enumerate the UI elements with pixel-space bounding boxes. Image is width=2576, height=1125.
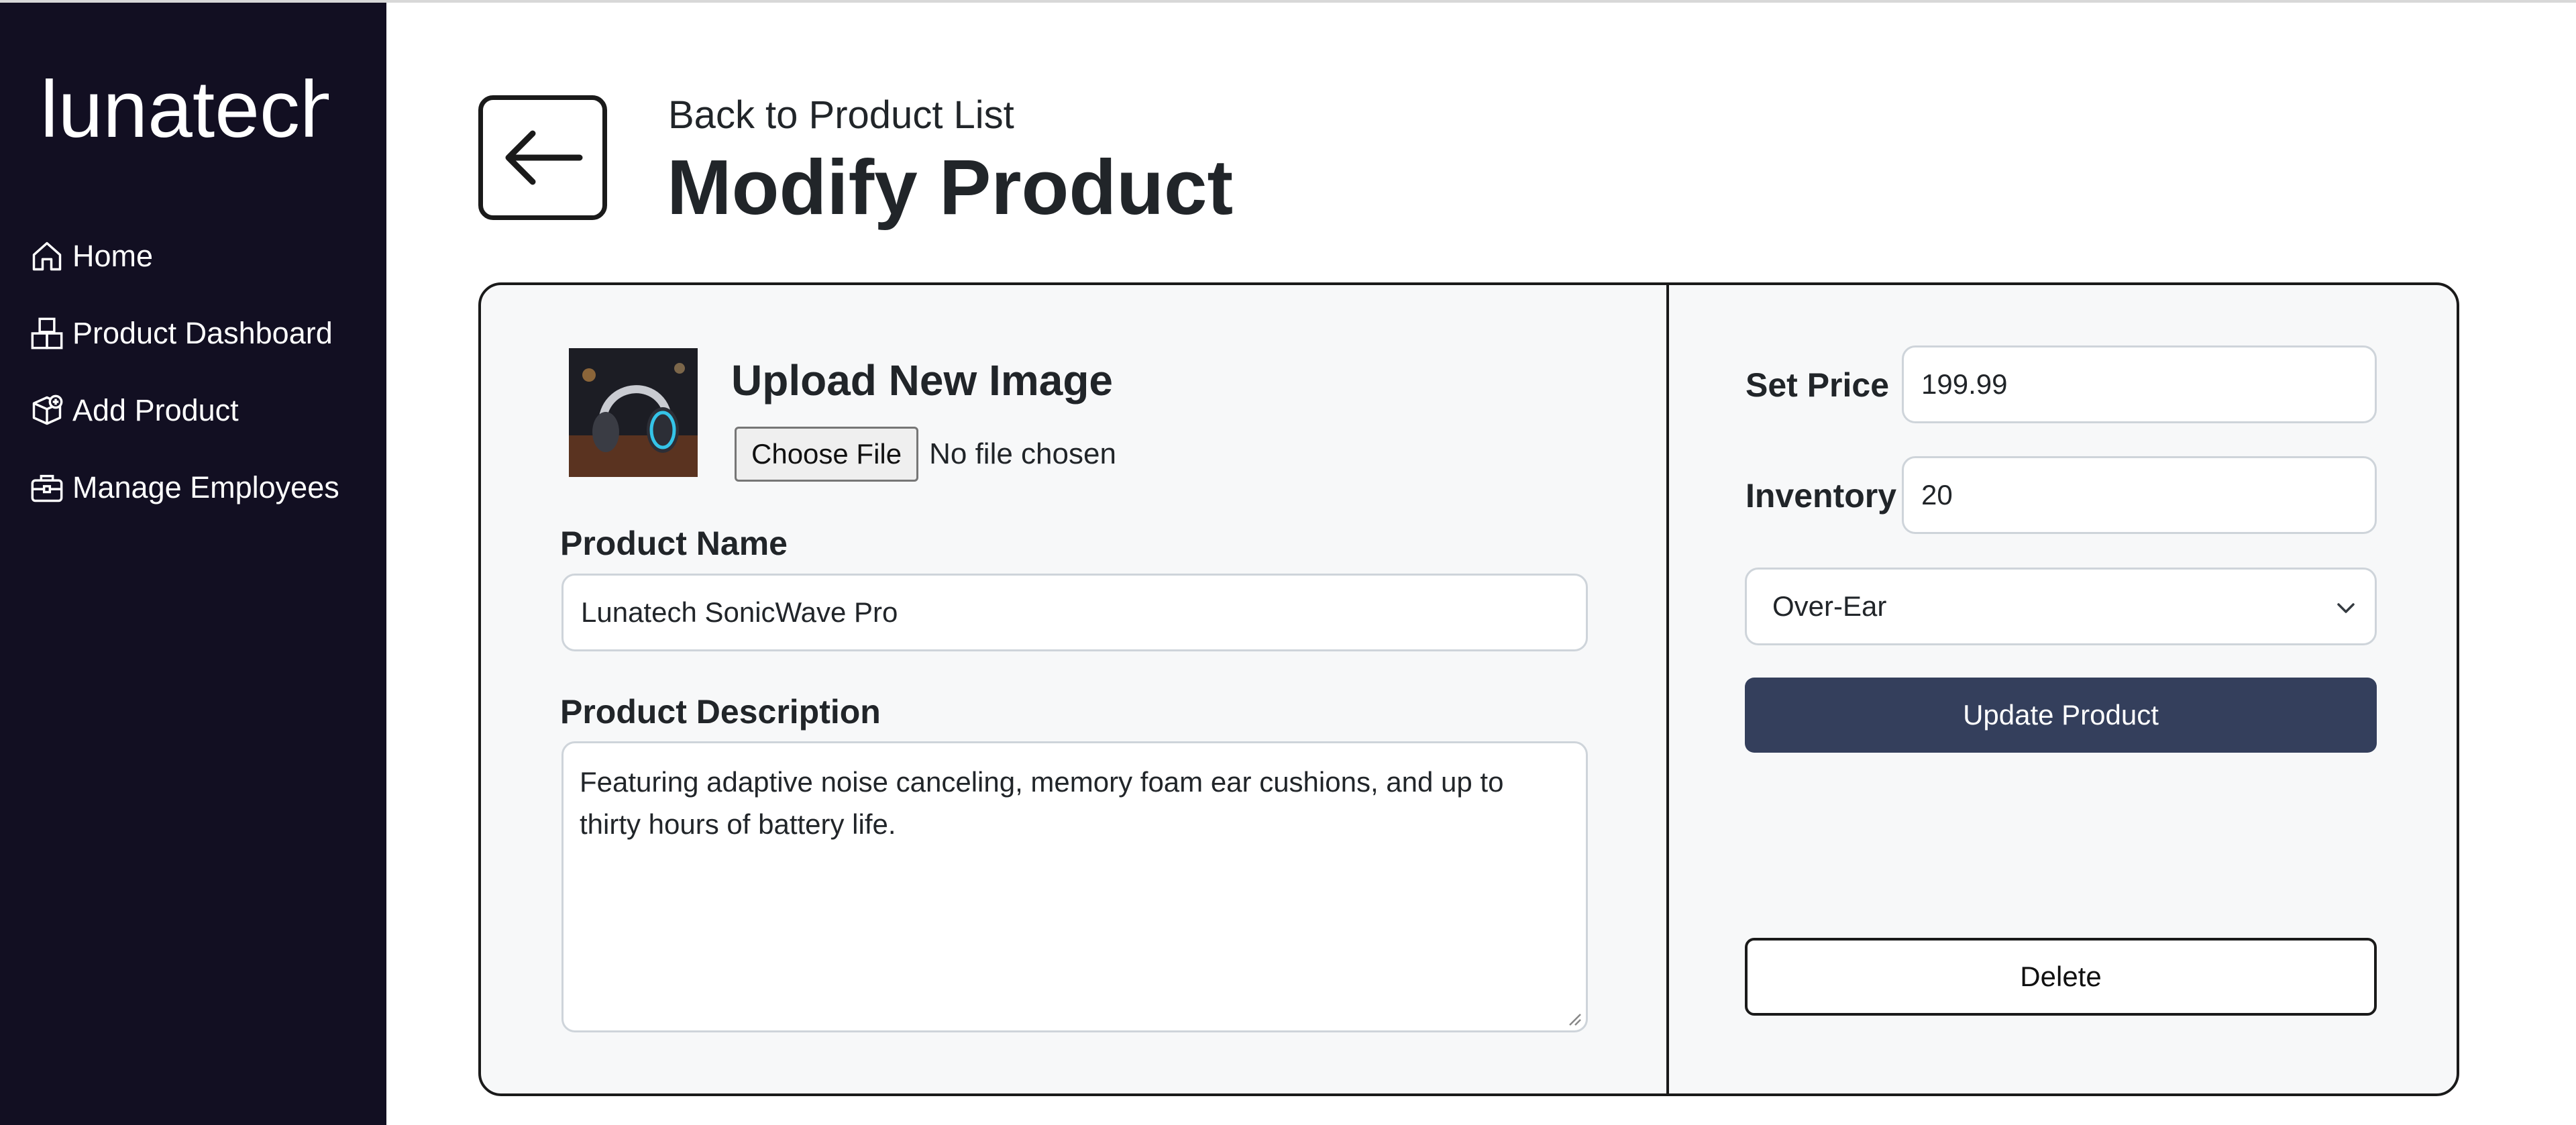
category-select[interactable]: Over-Ear	[1745, 568, 2377, 645]
sidebar-item-label: Product Dashboard	[72, 315, 333, 350]
headphones-image	[569, 348, 698, 477]
delete-button[interactable]: Delete	[1745, 938, 2377, 1016]
sidebar-item-manage-employees[interactable]: Manage Employees	[30, 449, 339, 526]
upload-new-image-heading: Upload New Image	[731, 356, 1113, 405]
svg-text:lunatech: lunatech	[40, 70, 329, 154]
sidebar-item-label: Manage Employees	[72, 470, 339, 504]
modify-product-card: Upload New Image Choose File No file cho…	[478, 282, 2459, 1096]
category-selected-value: Over-Ear	[1772, 590, 1887, 622]
back-button[interactable]	[478, 95, 607, 220]
column-divider	[1666, 285, 1669, 1093]
arrow-left-icon	[505, 130, 583, 185]
description-text: Featuring adaptive noise canceling, memo…	[580, 766, 1504, 840]
product-description-textarea[interactable]: Featuring adaptive noise canceling, memo…	[561, 741, 1588, 1032]
price-input[interactable]: 199.99	[1902, 345, 2377, 423]
top-border	[0, 0, 2576, 3]
sidebar-item-label: Home	[72, 238, 154, 273]
sidebar-item-home[interactable]: Home	[30, 217, 339, 294]
update-product-button[interactable]: Update Product	[1745, 678, 2377, 753]
set-price-label: Set Price	[1746, 366, 1890, 404]
sidebar-item-label: Add Product	[72, 392, 239, 427]
sidebar-nav: Home Product Dashboard Add Product Manag…	[30, 217, 339, 526]
boxes-icon	[30, 316, 64, 351]
product-name-input[interactable]: Lunatech SonicWave Pro	[561, 574, 1588, 651]
logo-wordmark: lunatech	[40, 64, 345, 154]
back-to-product-list-link[interactable]: Back to Product List	[668, 93, 1014, 138]
choose-file-button[interactable]: Choose File	[735, 427, 919, 482]
file-input: Choose File No file chosen	[735, 427, 1116, 482]
page-title: Modify Product	[667, 144, 1234, 231]
product-image	[569, 348, 698, 477]
sidebar-item-add-product[interactable]: Add Product	[30, 372, 339, 449]
chevron-down-icon	[2337, 603, 2355, 613]
product-description-label: Product Description	[560, 693, 881, 731]
briefcase-icon	[30, 470, 64, 505]
sidebar: lunatech Home Product Dashboard Add Prod…	[0, 3, 386, 1125]
inventory-label: Inventory	[1746, 477, 1897, 515]
lunatech-logo[interactable]: lunatech	[40, 64, 345, 157]
home-icon	[30, 239, 64, 274]
resize-handle-icon[interactable]	[1564, 1009, 1582, 1026]
file-status-text: No file chosen	[929, 437, 1116, 470]
sidebar-item-product-dashboard[interactable]: Product Dashboard	[30, 294, 339, 372]
inventory-input[interactable]: 20	[1902, 456, 2377, 534]
box-add-icon	[30, 393, 64, 428]
product-name-label: Product Name	[560, 525, 788, 562]
